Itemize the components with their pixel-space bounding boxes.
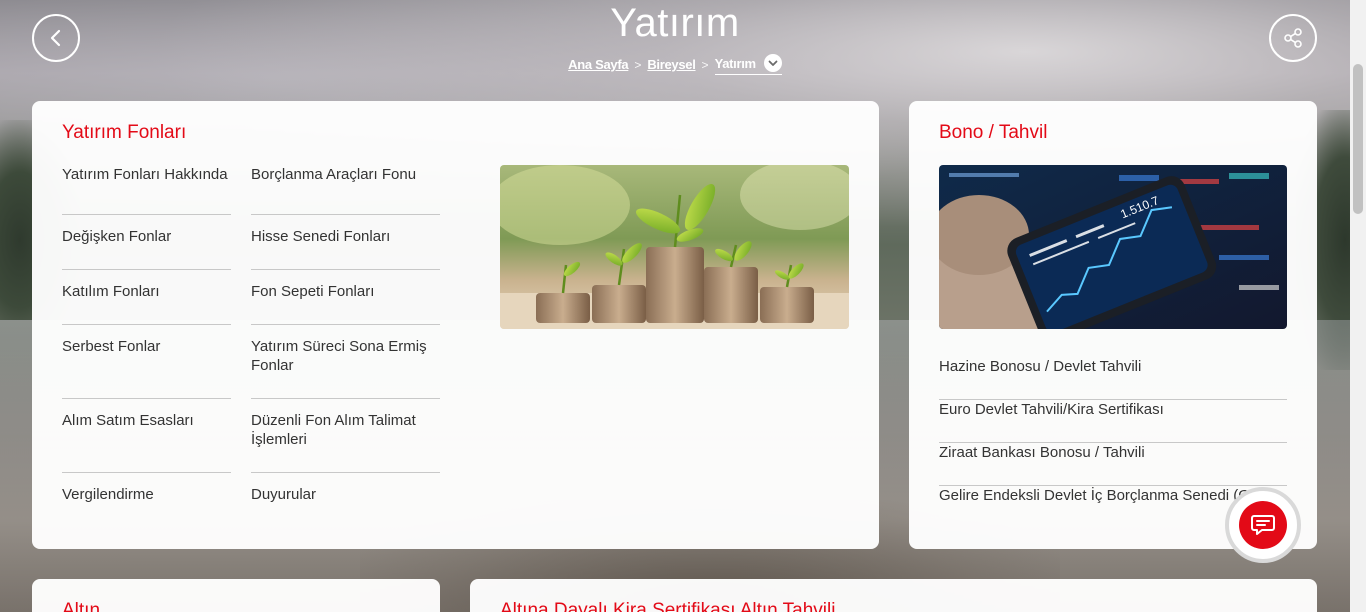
- share-button[interactable]: [1269, 14, 1317, 62]
- breadcrumb-separator-icon: >: [701, 57, 709, 72]
- gold-sukuk-card: Altına Dayalı Kira Sertifikası Altın Tah…: [470, 579, 1317, 612]
- chevron-down-icon: [763, 54, 782, 72]
- chat-button[interactable]: [1225, 487, 1301, 563]
- link-hedge-funds[interactable]: Serbest Fonlar: [62, 337, 231, 399]
- link-fund-basket-funds[interactable]: Fon Sepeti Fonları: [251, 282, 440, 325]
- chat-bubble-icon: [1239, 501, 1287, 549]
- link-treasury-bond[interactable]: Hazine Bonosu / Devlet Tahvili: [939, 357, 1287, 400]
- coins-plants-image: [500, 165, 849, 329]
- funds-links-column-1: Yatırım Fonları Hakkında Değişken Fonlar…: [62, 165, 231, 528]
- page-scrollbar[interactable]: [1350, 0, 1366, 612]
- gold-card: Altın: [32, 579, 440, 612]
- gold-title[interactable]: Altın: [62, 600, 100, 612]
- gold-sukuk-title[interactable]: Altına Dayalı Kira Sertifikası Altın Tah…: [500, 600, 835, 612]
- breadcrumb: Ana Sayfa > Bireysel > Yatırım: [0, 54, 1350, 75]
- scrollbar-thumb[interactable]: [1353, 64, 1363, 214]
- breadcrumb-section-link[interactable]: Bireysel: [647, 57, 696, 72]
- share-icon: [1284, 28, 1302, 48]
- investment-funds-card: Yatırım Fonları Yatırım Fonları Hakkında…: [32, 101, 879, 549]
- link-funds-about[interactable]: Yatırım Fonları Hakkında: [62, 165, 231, 215]
- link-variable-funds[interactable]: Değişken Fonlar: [62, 227, 231, 270]
- link-taxation[interactable]: Vergilendirme: [62, 485, 231, 528]
- link-equity-funds[interactable]: Hisse Senedi Fonları: [251, 227, 440, 270]
- stock-phone-image: 1.510.7: [939, 165, 1287, 329]
- bonds-title[interactable]: Bono / Tahvil: [939, 122, 1047, 144]
- breadcrumb-current-label: Yatırım: [714, 55, 757, 71]
- breadcrumb-current-dropdown[interactable]: Yatırım: [714, 54, 782, 75]
- breadcrumb-home-link[interactable]: Ana Sayfa: [568, 57, 628, 72]
- link-participation-funds[interactable]: Katılım Fonları: [62, 282, 231, 325]
- link-expired-funds[interactable]: Yatırım Süreci Sona Ermiş Fonlar: [251, 337, 440, 399]
- bonds-card: Bono / Tahvil 1.510.7 Hazine Bonosu / De…: [909, 101, 1317, 549]
- breadcrumb-separator-icon: >: [634, 57, 642, 72]
- funds-links-column-2: Borçlanma Araçları Fonu Hisse Senedi Fon…: [251, 165, 440, 528]
- link-euro-bond[interactable]: Euro Devlet Tahvili/Kira Sertifikası: [939, 400, 1287, 443]
- link-regular-fund-purchase[interactable]: Düzenli Fon Alım Talimat İşlemleri: [251, 411, 440, 473]
- link-ziraat-bond[interactable]: Ziraat Bankası Bonosu / Tahvili: [939, 443, 1287, 486]
- link-trading-principles[interactable]: Alım Satım Esasları: [62, 411, 231, 473]
- page-title: Yatırım: [610, 1, 740, 45]
- link-announcements[interactable]: Duyurular: [251, 485, 440, 528]
- investment-funds-title[interactable]: Yatırım Fonları: [62, 122, 186, 144]
- link-debt-instruments-fund[interactable]: Borçlanma Araçları Fonu: [251, 165, 440, 215]
